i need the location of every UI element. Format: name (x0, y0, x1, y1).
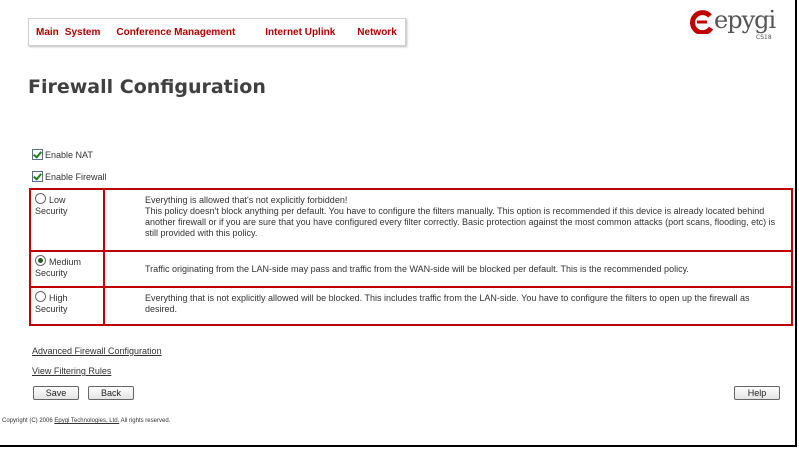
view-filtering-rules-link[interactable]: View Filtering Rules (32, 366, 111, 376)
security-option-low[interactable]: Low Security (29, 188, 105, 252)
menu-internet-uplink[interactable]: Internet Uplink (265, 27, 335, 38)
enable-firewall-label: Enable Firewall (45, 171, 107, 182)
menu-network[interactable]: Network (357, 27, 396, 38)
medium-security-text: Traffic originating from the LAN-side ma… (145, 264, 689, 274)
back-button[interactable]: Back (88, 386, 134, 400)
high-security-description: Everything that is not explicitly allowe… (103, 286, 793, 326)
medium-security-radio[interactable] (35, 255, 46, 266)
enable-nat-checkbox[interactable] (32, 149, 43, 160)
menu-system[interactable]: System (65, 27, 101, 38)
medium-security-description: Traffic originating from the LAN-side ma… (103, 250, 793, 288)
page-title: Firewall Configuration (28, 76, 266, 98)
copyright-footer: Copyright (C) 2006 Epygi Technologies, L… (2, 418, 170, 424)
low-security-heading: Everything is allowed that's not explici… (145, 195, 348, 205)
footer-suffix: All rights reserved. (119, 418, 171, 424)
security-row-low: Low Security Everything is allowed that'… (29, 188, 793, 252)
page-frame: Main System Conference Management Intern… (0, 0, 797, 447)
security-level-table: Low Security Everything is allowed that'… (29, 188, 793, 326)
menu-conference-management[interactable]: Conference Management (116, 27, 235, 38)
enable-firewall-row: Enable Firewall (32, 171, 107, 182)
epygi-logo: epygi CS18 (690, 6, 776, 42)
logo-model: CS18 (756, 34, 772, 41)
high-security-radio[interactable] (35, 291, 46, 302)
save-button[interactable]: Save (33, 386, 79, 400)
menu-main[interactable]: Main (36, 27, 59, 38)
epygi-logo-mark-icon (690, 10, 714, 34)
security-option-medium[interactable]: Medium Security (29, 250, 105, 288)
logo-text: epygi (714, 6, 776, 34)
low-security-description: Everything is allowed that's not explici… (103, 188, 793, 252)
security-option-high[interactable]: High Security (29, 286, 105, 326)
top-menu-bar: Main System Conference Management Intern… (28, 18, 406, 46)
security-row-medium: Medium Security Traffic originating from… (29, 250, 793, 288)
enable-nat-row: Enable NAT (32, 149, 93, 160)
footer-prefix: Copyright (C) 2006 (2, 418, 55, 424)
high-security-text: Everything that is not explicitly allowe… (145, 293, 750, 314)
footer-company-link[interactable]: Epygi Technologies, Ltd. (54, 418, 119, 424)
security-row-high: High Security Everything that is not exp… (29, 286, 793, 326)
enable-nat-label: Enable NAT (45, 149, 93, 160)
low-security-radio[interactable] (35, 193, 46, 204)
advanced-firewall-configuration-link[interactable]: Advanced Firewall Configuration (32, 346, 162, 356)
enable-firewall-checkbox[interactable] (32, 171, 43, 182)
help-button[interactable]: Help (734, 386, 780, 400)
low-security-text: This policy doesn't block anything per d… (145, 206, 776, 238)
